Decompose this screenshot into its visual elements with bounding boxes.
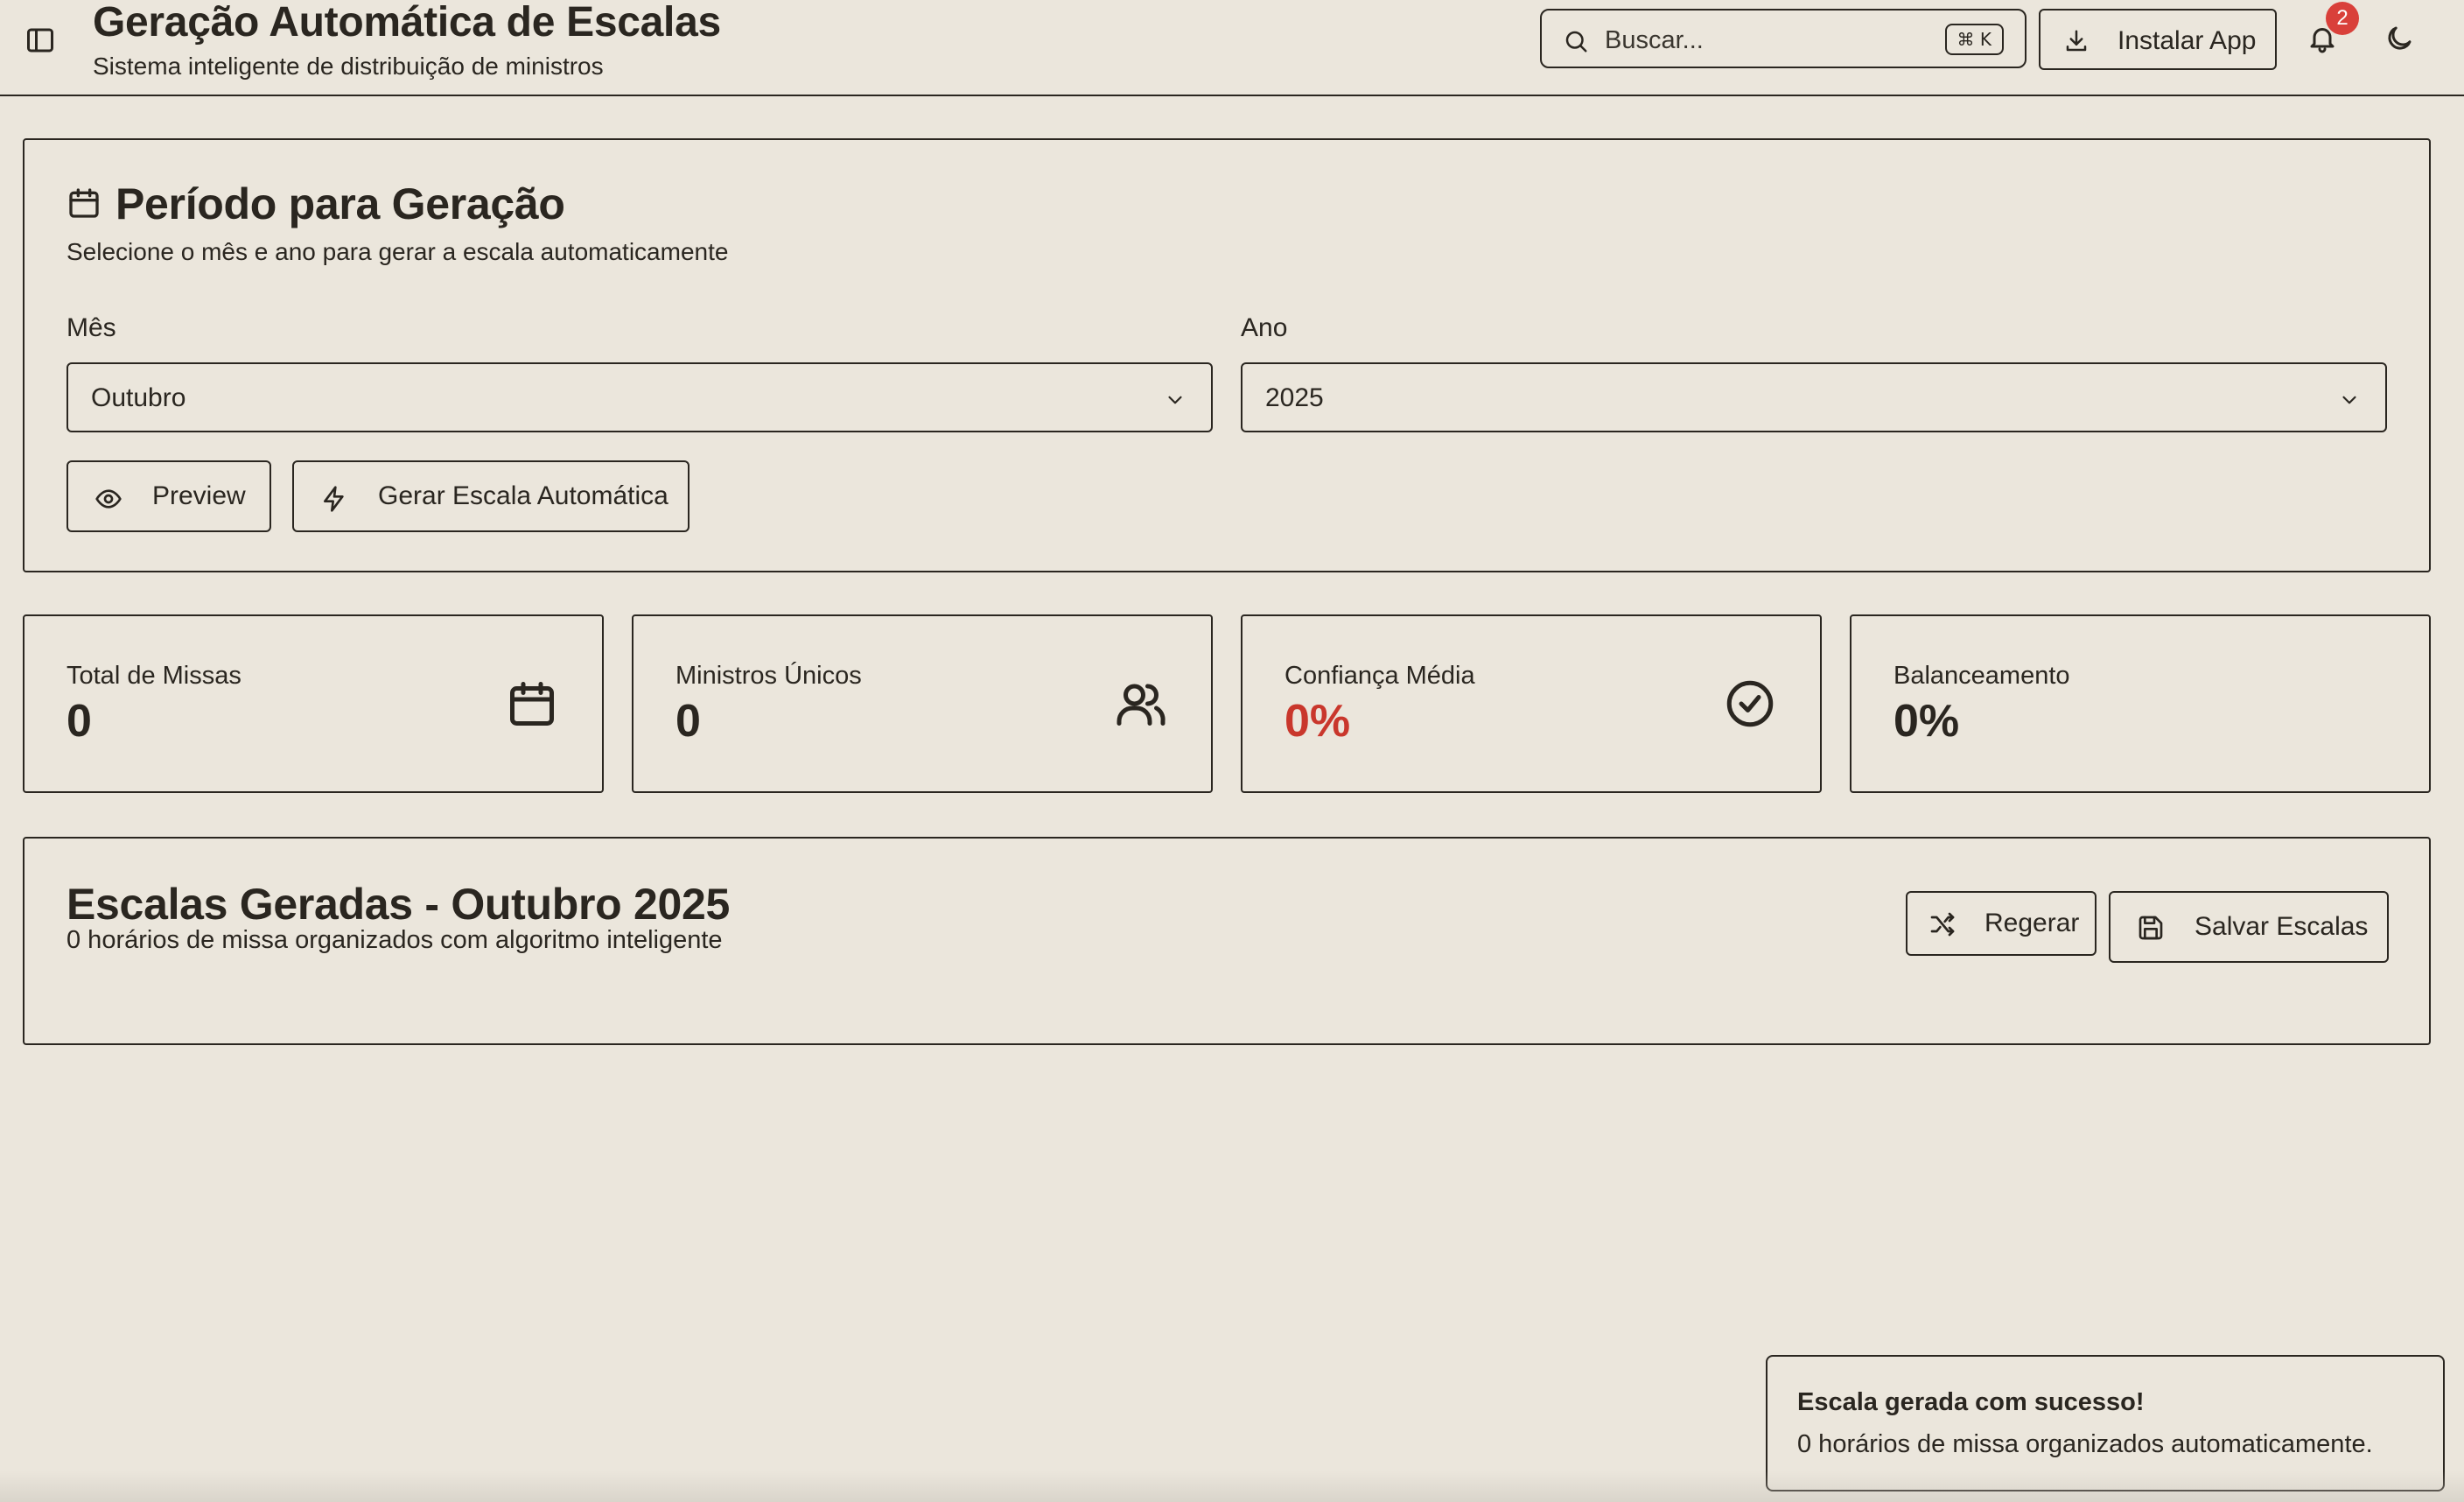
eye-icon [94,485,122,513]
month-label: Mês [66,313,116,342]
users-icon [1115,677,1167,730]
save-icon [2137,914,2165,942]
download-icon [2063,28,2090,54]
check-circle-icon [1724,677,1776,730]
stat-value: 0% [1284,696,1351,747]
month-select[interactable]: Outubro [66,362,1213,432]
search-placeholder: Buscar... [1605,26,1704,54]
stat-value: 0 [66,696,92,747]
year-label: Ano [1241,313,1288,342]
calendar-icon [506,677,558,730]
save-schedules-label: Salvar Escalas [2194,912,2369,941]
chevron-down-icon [2338,389,2361,411]
stat-value: 0 [676,696,701,747]
save-schedules-button[interactable]: Salvar Escalas [2109,891,2389,963]
stat-label: Balanceamento [1894,662,2070,690]
generate-schedule-label: Gerar Escala Automática [378,481,668,510]
toast-title: Escala gerada com sucesso! [1797,1388,2145,1416]
sidebar-toggle-icon[interactable] [24,25,56,56]
generated-schedules-card: Escalas Geradas - Outubro 2025 0 horário… [23,837,2431,1045]
preview-label: Preview [152,481,246,510]
results-title: Escalas Geradas - Outubro 2025 [66,880,731,929]
generate-schedule-button[interactable]: Gerar Escala Automática [292,460,690,532]
page-subtitle: Sistema inteligente de distribuição de m… [93,53,604,80]
install-app-label: Instalar App [2118,26,2257,55]
stat-label: Total de Missas [66,662,242,690]
results-description: 0 horários de missa organizados com algo… [66,926,723,954]
stat-card-balancing: Balanceamento 0% [1850,614,2431,793]
install-app-button[interactable]: Instalar App [2039,9,2277,70]
preview-button[interactable]: Preview [66,460,271,532]
regenerate-label: Regerar [1984,909,2080,937]
stat-value: 0% [1894,696,1960,747]
toast-description: 0 horários de missa organizados automati… [1797,1430,2373,1458]
search-input[interactable]: Buscar... ⌘ K [1540,9,2026,68]
year-value: 2025 [1265,383,1324,412]
stat-label: Confiança Média [1284,662,1475,690]
regenerate-button[interactable]: Regerar [1906,891,2096,956]
stat-card-average-confidence: Confiança Média 0% [1241,614,1822,793]
search-icon [1563,28,1589,54]
stat-label: Ministros Únicos [676,662,862,690]
period-card: Período para Geração Selecione o mês e a… [23,138,2431,572]
chevron-down-icon [1164,389,1186,411]
shuffle-icon [1928,910,1956,938]
year-select[interactable]: 2025 [1241,362,2387,432]
period-description: Selecione o mês e ano para gerar a escal… [66,238,729,265]
period-title: Período para Geração [116,179,565,228]
stat-card-total-masses: Total de Missas 0 [23,614,604,793]
month-value: Outubro [91,383,186,412]
page-title: Geração Automática de Escalas [93,0,721,46]
top-header: Geração Automática de Escalas Sistema in… [0,0,2464,96]
notification-count-badge: 2 [2326,2,2359,35]
search-shortcut-badge: ⌘ K [1944,24,2004,55]
lightning-icon [320,485,348,513]
calendar-icon [66,186,102,221]
stat-card-unique-ministers: Ministros Únicos 0 [632,614,1213,793]
moon-icon[interactable] [2384,23,2415,54]
bottom-shadow [0,1470,2464,1502]
